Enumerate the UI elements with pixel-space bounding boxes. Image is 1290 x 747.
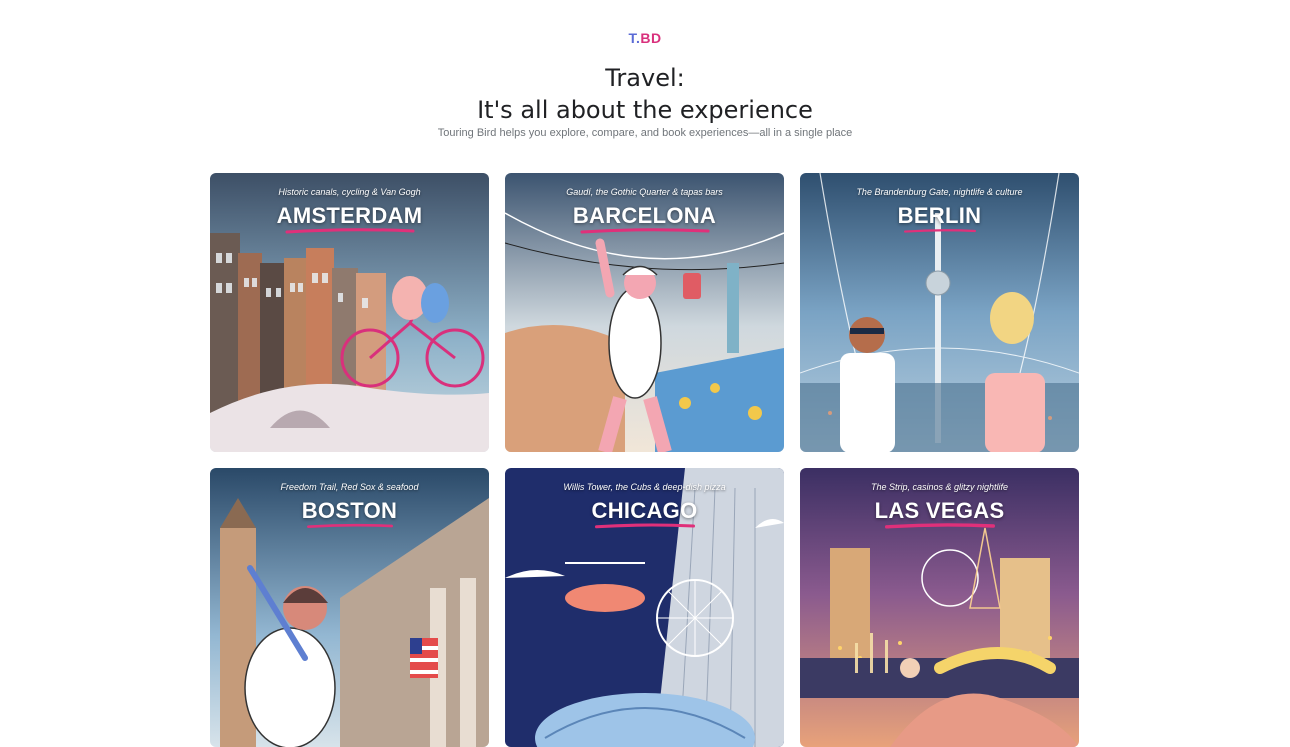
city-underline <box>580 228 709 234</box>
logo-part-bd: BD <box>640 30 662 46</box>
card-tagline: Freedom Trail, Red Sox & seafood <box>280 482 419 492</box>
page-subtitle: Touring Bird helps you explore, compare,… <box>437 127 853 139</box>
page-title-line2: It's all about the experience <box>477 96 813 124</box>
city-underline <box>594 523 695 529</box>
touring-bird-logo[interactable]: T.BD <box>0 30 1290 46</box>
city-card-chicago[interactable]: Willis Tower, the Cubs & deep-dish pizza… <box>505 468 784 747</box>
card-tagline: The Brandenburg Gate, nightlife & cultur… <box>856 187 1023 197</box>
city-card-berlin[interactable]: The Brandenburg Gate, nightlife & cultur… <box>800 173 1079 452</box>
page-title-line1: Travel: <box>605 64 685 92</box>
card-tagline: Historic canals, cycling & Van Gogh <box>278 187 421 197</box>
city-card-boston[interactable]: Freedom Trail, Red Sox & seafood BOSTON <box>210 468 489 747</box>
card-city-name: BARCELONA <box>572 203 717 228</box>
city-underline <box>884 523 995 529</box>
card-tagline: The Strip, casinos & glitzy nightlife <box>870 482 1009 492</box>
card-city-name: BERLIN <box>897 203 982 228</box>
city-card-las-vegas[interactable]: The Strip, casinos & glitzy nightlife LA… <box>800 468 1079 747</box>
city-underline <box>903 229 976 233</box>
city-underline <box>306 523 393 528</box>
card-tagline: Gaudí, the Gothic Quarter & tapas bars <box>566 187 723 197</box>
city-card-amsterdam[interactable]: Historic canals, cycling & Van Gogh AMST… <box>210 173 489 452</box>
card-city-name: CHICAGO <box>591 498 698 523</box>
card-tagline: Willis Tower, the Cubs & deep-dish pizza <box>563 482 726 492</box>
city-card-barcelona[interactable]: Gaudí, the Gothic Quarter & tapas bars B… <box>505 173 784 452</box>
city-underline <box>285 228 414 234</box>
card-city-name: LAS VEGAS <box>874 498 1005 523</box>
card-city-name: AMSTERDAM <box>276 203 423 228</box>
city-grid: Historic canals, cycling & Van Gogh AMST… <box>210 173 1079 747</box>
card-city-name: BOSTON <box>301 498 398 523</box>
logo-part-t: T. <box>628 30 641 46</box>
page-title: Travel: It's all about the experience <box>0 62 1290 126</box>
